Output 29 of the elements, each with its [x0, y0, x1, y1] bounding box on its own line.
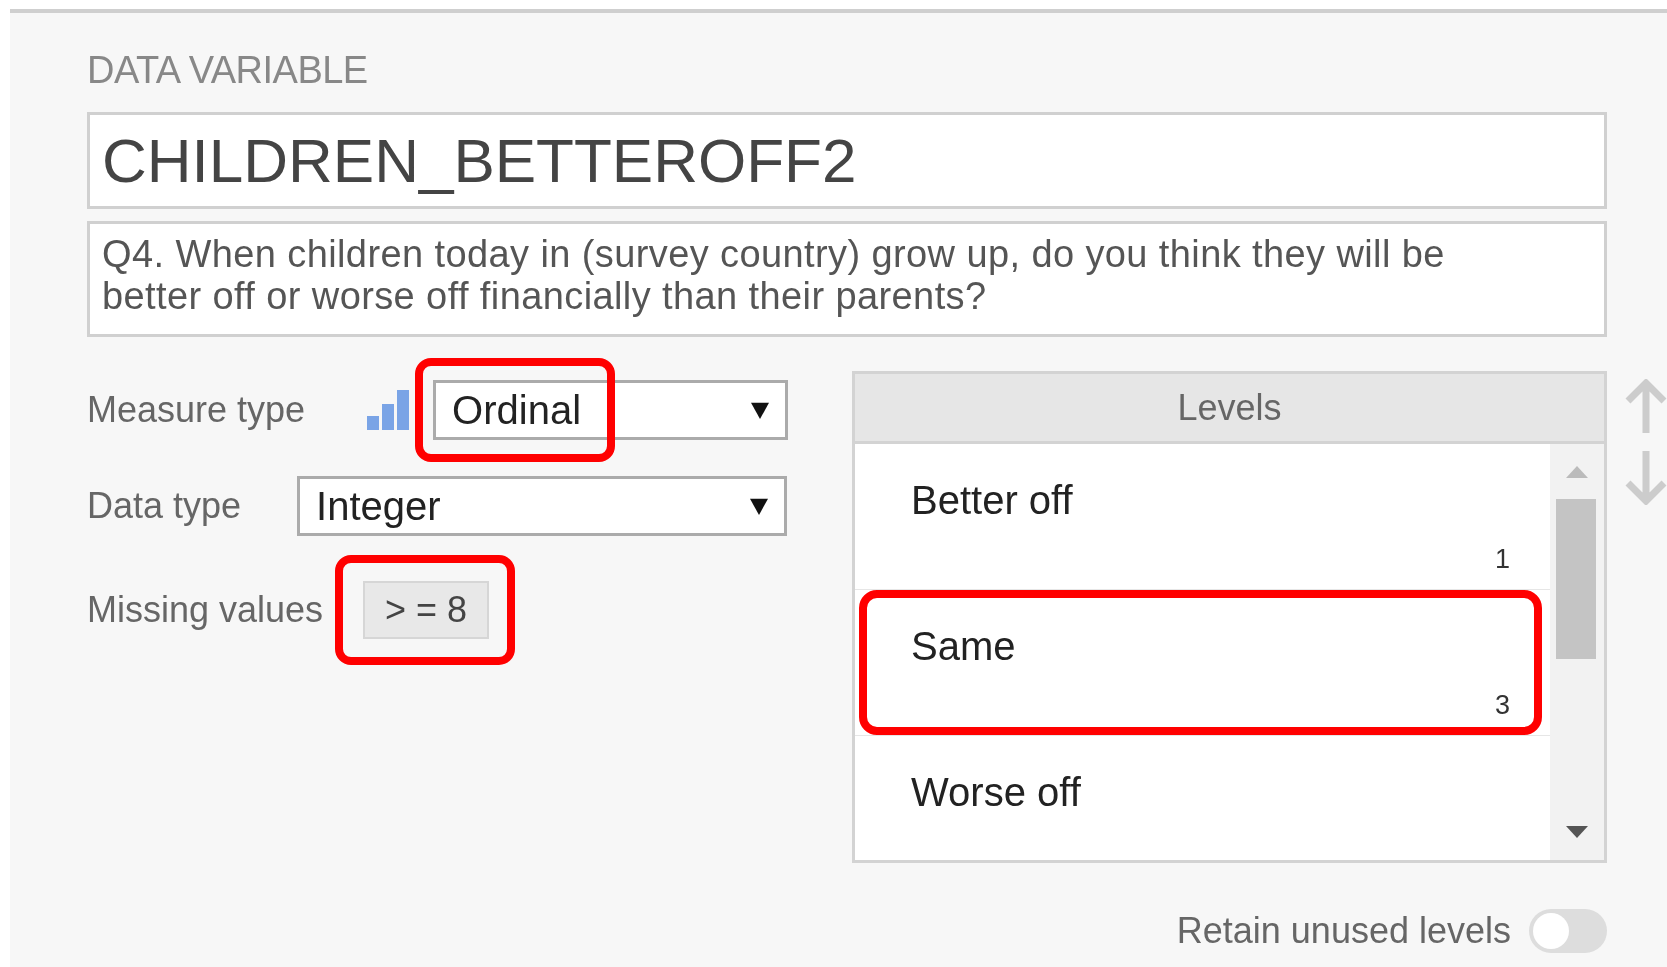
field-label: Data type [87, 485, 242, 527]
scrollbar-thumb[interactable] [1556, 499, 1596, 659]
level-label: Worse off [911, 770, 1081, 815]
section-title: DATA VARIABLE [87, 49, 368, 92]
level-item[interactable]: Same 3 [855, 590, 1550, 735]
level-label: Same [911, 624, 1016, 669]
levels-header: Levels [855, 374, 1604, 444]
dropdown-caret-icon [750, 497, 769, 515]
dropdown-caret-icon [751, 401, 770, 419]
field-label: Missing values [87, 589, 324, 631]
level-label: Better off [911, 478, 1073, 523]
level-value: 1 [1494, 544, 1510, 575]
ordinal-bars-icon [367, 390, 410, 430]
missing-value-tag[interactable]: > = 8 [363, 581, 490, 639]
measure-type-dropdown[interactable]: Ordinal [433, 380, 789, 440]
level-item[interactable]: Worse off [855, 736, 1550, 860]
variable-name-field[interactable]: CHILDREN_BETTEROFF2 [87, 112, 1607, 209]
move-down-arrow-icon[interactable] [1625, 449, 1667, 505]
scroll-down-icon[interactable] [1566, 826, 1588, 838]
move-up-arrow-icon[interactable] [1625, 379, 1667, 435]
description-field[interactable]: Q4. When children today in (survey country) grow up, do you think they will be better off or worse off financially than their parents? [87, 221, 1607, 337]
field-label: Measure type [87, 389, 306, 431]
data-type-dropdown[interactable]: Integer [297, 476, 788, 536]
scroll-up-icon[interactable] [1566, 466, 1588, 478]
level-item[interactable]: Better off 1 [855, 444, 1550, 589]
scrollbar[interactable] [1550, 444, 1604, 860]
retain-toggle[interactable] [1529, 909, 1607, 953]
toggle-label: Retain unused levels [1176, 910, 1511, 952]
level-value: 3 [1494, 690, 1510, 721]
